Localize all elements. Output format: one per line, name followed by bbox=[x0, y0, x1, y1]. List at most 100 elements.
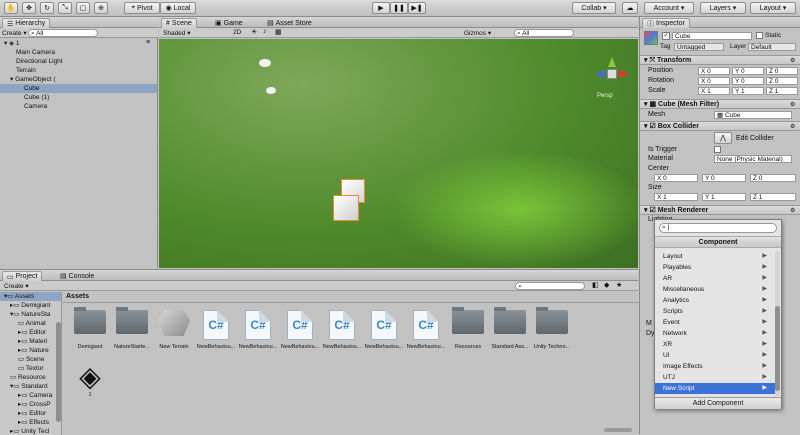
material-field[interactable]: None (Physic Material) bbox=[714, 155, 792, 163]
menu-item-network[interactable]: Network ▶ bbox=[655, 328, 775, 339]
asset-script[interactable]: C# NewBehaviou... bbox=[406, 310, 446, 350]
hierarchy-item-camera[interactable]: Camera bbox=[24, 102, 47, 111]
menu-item-analytics[interactable]: Analytics ▶ bbox=[655, 295, 775, 306]
asset-script[interactable]: C# NewBehaviou... bbox=[322, 310, 362, 350]
hierarchy-item-terrain[interactable]: Terrain bbox=[16, 66, 36, 75]
center-y[interactable]: Y 0 bbox=[702, 174, 746, 182]
add-component-button[interactable]: Add Component bbox=[655, 397, 781, 409]
layout-dropdown[interactable]: Layout ▾ bbox=[750, 2, 796, 14]
menu-scrollbar-thumb[interactable] bbox=[775, 306, 780, 391]
tab-scene[interactable]: # Scene bbox=[161, 18, 197, 28]
scene-root-item[interactable]: ▾ ◈ 1 bbox=[4, 39, 20, 48]
filter-type-icon[interactable]: ◧ bbox=[592, 281, 599, 289]
asset-folder[interactable]: Unity Techno... bbox=[532, 307, 572, 350]
asset-script[interactable]: C# NewBehaviou... bbox=[238, 310, 278, 350]
hierarchy-item-cube[interactable]: Cube bbox=[0, 84, 157, 93]
scene-search-input[interactable]: ⌕ All bbox=[514, 29, 574, 37]
hierarchy-item-cube-1[interactable]: Cube (1) bbox=[24, 93, 49, 102]
rotate-tool-icon[interactable]: ↻ bbox=[40, 2, 54, 14]
object-name-field[interactable]: Cube bbox=[672, 32, 752, 40]
tree-item-folder[interactable]: ▸▭ CrossP bbox=[18, 400, 51, 409]
project-create-button[interactable]: Create ▾ bbox=[4, 282, 29, 290]
menu-item-miscellaneous[interactable]: Miscellaneous ▶ bbox=[655, 284, 775, 295]
component-search-input[interactable]: ⌕ | bbox=[659, 223, 777, 233]
tree-item-folder[interactable]: ▸▭ Nature bbox=[18, 346, 49, 355]
menu-item-ui[interactable]: UI ▶ bbox=[655, 350, 775, 361]
2d-toggle[interactable]: 2D bbox=[233, 29, 241, 36]
center-z[interactable]: Z 0 bbox=[750, 174, 796, 182]
tab-console[interactable]: ▤ Console bbox=[56, 271, 98, 281]
hierarchy-item-directional-light[interactable]: Directional Light bbox=[16, 57, 63, 66]
active-checkbox[interactable]: ✓ bbox=[662, 32, 670, 40]
pivot-toggle[interactable]: ⌖ Pivot bbox=[124, 2, 160, 14]
menu-item-ar[interactable]: AR ▶ bbox=[655, 273, 775, 284]
menu-item-scripts[interactable]: Scripts ▶ bbox=[655, 306, 775, 317]
camera-gizmo-icon[interactable] bbox=[266, 87, 276, 94]
asset-folder[interactable]: Demigiant bbox=[70, 307, 110, 350]
menu-item-image-effects[interactable]: Image Effects ▶ bbox=[655, 361, 775, 372]
tab-asset-store[interactable]: ▤ Asset Store bbox=[263, 18, 316, 28]
hand-tool-icon[interactable]: ✋ bbox=[4, 2, 18, 14]
box-collider-header[interactable]: ▾ ☑ Box Collider bbox=[640, 121, 800, 131]
asset-script[interactable]: C# NewBehaviou... bbox=[364, 310, 404, 350]
local-toggle[interactable]: ◉ Local bbox=[160, 2, 196, 14]
menu-item-event[interactable]: Event ▶ bbox=[655, 317, 775, 328]
mesh-field[interactable]: ▦ Cube bbox=[714, 111, 792, 119]
effects-toggle-icon[interactable]: ▦ bbox=[275, 28, 282, 36]
hierarchy-search-input[interactable]: ⌕ All bbox=[28, 29, 98, 37]
menu-item-layout[interactable]: Layout ▶ bbox=[655, 251, 775, 262]
transform-header[interactable]: ▾ ⤧ Transform bbox=[640, 55, 800, 65]
project-search-input[interactable]: ⌕ bbox=[515, 282, 585, 290]
scale-z[interactable]: Z 1 bbox=[766, 87, 798, 95]
tag-dropdown[interactable]: Untagged bbox=[674, 43, 724, 51]
rotation-z[interactable]: Z 0 bbox=[766, 77, 798, 85]
center-x[interactable]: X 0 bbox=[654, 174, 698, 182]
tree-item-folder[interactable]: ▾▭ NatureSta bbox=[10, 310, 51, 319]
tab-inspector[interactable]: ⓘ Inspector bbox=[642, 18, 690, 28]
assets-breadcrumb[interactable]: Assets bbox=[66, 293, 89, 300]
step-button[interactable]: ▶❚ bbox=[408, 2, 426, 14]
scale-x[interactable]: X 1 bbox=[698, 87, 730, 95]
cloud-icon[interactable]: ☁ bbox=[622, 2, 638, 14]
move-tool-icon[interactable]: ✥ bbox=[22, 2, 36, 14]
component-settings-icon[interactable]: ⚙ bbox=[790, 57, 795, 64]
edit-collider-button[interactable]: ⋀ bbox=[714, 132, 732, 144]
asset-folder[interactable]: Standard Ass... bbox=[490, 307, 530, 350]
tree-item-assets[interactable]: ▾▭ Assets bbox=[0, 292, 61, 301]
position-x[interactable]: X 0 bbox=[698, 67, 730, 75]
tab-project[interactable]: ▭ Project bbox=[2, 271, 43, 281]
layer-dropdown[interactable]: Default bbox=[748, 43, 796, 51]
hierarchy-item-gameobject[interactable]: ▾ GameObject ( bbox=[10, 75, 56, 84]
collab-dropdown[interactable]: Collab ▾ bbox=[572, 2, 616, 14]
favorite-star-icon[interactable]: ★ bbox=[616, 281, 622, 289]
lighting-toggle-icon[interactable]: ☀ bbox=[251, 28, 257, 36]
layers-dropdown[interactable]: Layers ▾ bbox=[700, 2, 746, 14]
tree-item-folder[interactable]: ▸▭ Editor bbox=[18, 409, 46, 418]
menu-item-utj[interactable]: UTJ ▶ bbox=[655, 372, 775, 383]
component-settings-icon[interactable]: ⚙ bbox=[790, 123, 795, 130]
audio-toggle-icon[interactable]: ♪ bbox=[263, 28, 267, 35]
rotation-x[interactable]: X 0 bbox=[698, 77, 730, 85]
asset-script[interactable]: C# NewBehaviou... bbox=[280, 310, 320, 350]
position-y[interactable]: Y 0 bbox=[732, 67, 764, 75]
mesh-renderer-header[interactable]: ▾ ☑ Mesh Renderer bbox=[640, 205, 800, 215]
thumbnail-size-slider[interactable] bbox=[604, 428, 632, 432]
asset-script[interactable]: C# NewBehaviou... bbox=[196, 310, 236, 350]
account-dropdown[interactable]: Account ▾ bbox=[644, 2, 694, 14]
hierarchy-options-icon[interactable]: ≡ bbox=[146, 39, 150, 46]
scene-viewport[interactable]: Persp bbox=[159, 39, 638, 268]
transform-tool-icon[interactable]: ⊕ bbox=[94, 2, 108, 14]
tree-item-folder[interactable]: ▭ Textur bbox=[18, 364, 44, 373]
menu-item-new-script[interactable]: New Script ▶ bbox=[655, 383, 775, 394]
tree-item-folder[interactable]: ▸▭ Camera bbox=[18, 391, 52, 400]
tab-game[interactable]: ▣ Game bbox=[211, 18, 247, 28]
position-z[interactable]: Z 0 bbox=[766, 67, 798, 75]
hierarchy-item-main-camera[interactable]: Main Camera bbox=[16, 48, 55, 57]
tree-scrollbar-thumb[interactable] bbox=[56, 322, 61, 422]
component-settings-icon[interactable]: ⚙ bbox=[790, 207, 795, 214]
size-y[interactable]: Y 1 bbox=[702, 193, 746, 201]
scale-tool-icon[interactable]: ⤡ bbox=[58, 2, 72, 14]
gizmos-dropdown[interactable]: Gizmos ▾ bbox=[464, 29, 491, 37]
asset-folder[interactable]: Resources bbox=[448, 307, 488, 350]
asset-folder[interactable]: NatureStarte... bbox=[112, 307, 152, 350]
